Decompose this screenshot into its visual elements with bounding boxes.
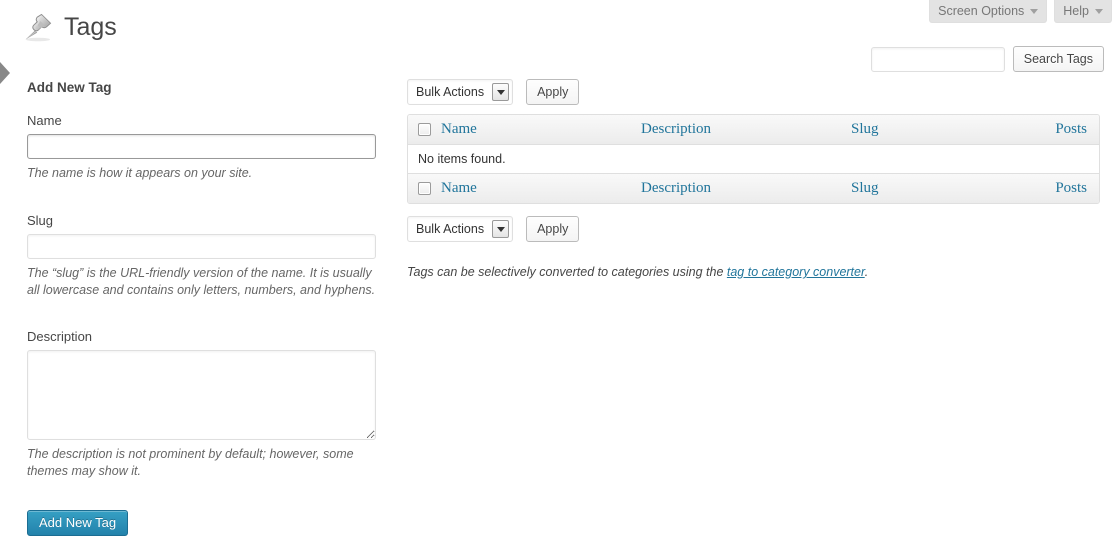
form-spacer (27, 299, 377, 329)
tablenav-top: Bulk Actions Apply (407, 78, 1098, 106)
search-input[interactable] (870, 46, 1005, 72)
column-header-posts-label: Posts (1055, 121, 1087, 137)
add-new-tag-form: Add New Tag Name The name is how it appe… (27, 80, 377, 536)
column-header-posts[interactable]: Posts (1023, 115, 1099, 145)
column-header-name[interactable]: Name (441, 115, 641, 145)
column-header-description[interactable]: Description (641, 115, 851, 145)
column-header-description-label: Description (641, 121, 711, 137)
bulk-actions-label: Bulk Actions (416, 85, 485, 99)
page-title: Tags (64, 13, 117, 41)
slug-field-block: Slug The “slug” is the URL-friendly vers… (27, 213, 377, 299)
no-items-message: No items found. (408, 145, 1099, 173)
bulk-actions-label-bottom: Bulk Actions (416, 222, 485, 236)
column-header-slug[interactable]: Slug (851, 115, 1023, 145)
sidebar-collapse-arrow-icon[interactable] (0, 62, 10, 84)
converter-note-suffix: . (864, 265, 869, 279)
column-footer-posts-label: Posts (1055, 180, 1087, 196)
bulk-actions-select-bottom[interactable]: Bulk Actions (407, 216, 514, 242)
search-box: Search Tags (870, 46, 1104, 72)
tag-description-textarea[interactable] (27, 350, 376, 440)
table-header-row: Name Description Slug Posts (408, 115, 1099, 145)
tag-name-input[interactable] (27, 134, 376, 159)
screen-options-label: Screen Options (938, 4, 1025, 18)
column-header-slug-label: Slug (851, 121, 879, 137)
column-footer-slug-label: Slug (851, 180, 879, 196)
chevron-down-icon (1030, 9, 1039, 14)
tablenav-bottom: Bulk Actions Apply (407, 215, 1098, 243)
table-footer: Name Description Slug Posts (408, 173, 1099, 203)
column-header-name-label: Name (441, 121, 477, 137)
tags-admin-page: Screen Options Help Tags Search Tags Add… (0, 0, 1118, 556)
screen-meta-links: Screen Options Help (929, 0, 1112, 23)
chevron-down-icon (492, 83, 510, 101)
tag-to-category-converter-link[interactable]: tag to category converter (727, 265, 865, 279)
help-button[interactable]: Help (1054, 0, 1112, 23)
bulk-actions-select-top[interactable]: Bulk Actions (407, 79, 514, 105)
name-label: Name (27, 113, 62, 128)
description-help-text: The description is not prominent by defa… (27, 447, 354, 478)
column-footer-name-label: Name (441, 180, 477, 196)
table-header: Name Description Slug Posts (408, 115, 1099, 145)
search-tags-button[interactable]: Search Tags (1012, 46, 1104, 72)
column-footer-description-label: Description (641, 180, 711, 196)
page-header: Tags (18, 8, 117, 46)
select-all-header (408, 115, 441, 145)
name-help-text: The name is how it appears on your site. (27, 166, 253, 180)
help-label: Help (1063, 4, 1089, 18)
select-all-checkbox-footer[interactable] (418, 182, 431, 196)
converter-note-prefix: Tags can be selectively converted to cat… (407, 265, 727, 279)
form-spacer (27, 182, 377, 213)
select-all-checkbox[interactable] (418, 123, 431, 137)
slug-label: Slug (27, 213, 54, 228)
table-empty-row: No items found. (408, 145, 1099, 173)
chevron-down-icon (492, 220, 510, 238)
column-footer-slug[interactable]: Slug (851, 173, 1023, 203)
table-body: No items found. (408, 145, 1099, 173)
tags-list-area: Bulk Actions Apply Name Description Slug… (407, 78, 1100, 294)
table-footer-row: Name Description Slug Posts (408, 173, 1099, 203)
select-all-footer (408, 173, 441, 203)
chevron-down-icon (1095, 9, 1103, 14)
tags-table: Name Description Slug Posts No items fou… (407, 114, 1100, 204)
name-field-block: Name The name is how it appears on your … (27, 113, 377, 182)
apply-button-top[interactable]: Apply (526, 79, 580, 105)
form-heading: Add New Tag (27, 80, 112, 95)
column-footer-description[interactable]: Description (641, 173, 851, 203)
screen-options-button[interactable]: Screen Options (929, 0, 1048, 23)
tag-slug-input[interactable] (27, 234, 376, 259)
column-footer-posts[interactable]: Posts (1023, 173, 1099, 203)
apply-button-bottom[interactable]: Apply (526, 216, 580, 242)
slug-help-text: The “slug” is the URL-friendly version o… (27, 266, 376, 297)
column-footer-name[interactable]: Name (441, 173, 641, 203)
converter-note: Tags can be selectively converted to cat… (407, 263, 1098, 281)
description-label: Description (27, 329, 93, 344)
description-field-block: Description The description is not promi… (27, 329, 377, 480)
add-new-tag-submit-button[interactable]: Add New Tag (27, 510, 129, 536)
pushpin-icon (25, 13, 52, 42)
